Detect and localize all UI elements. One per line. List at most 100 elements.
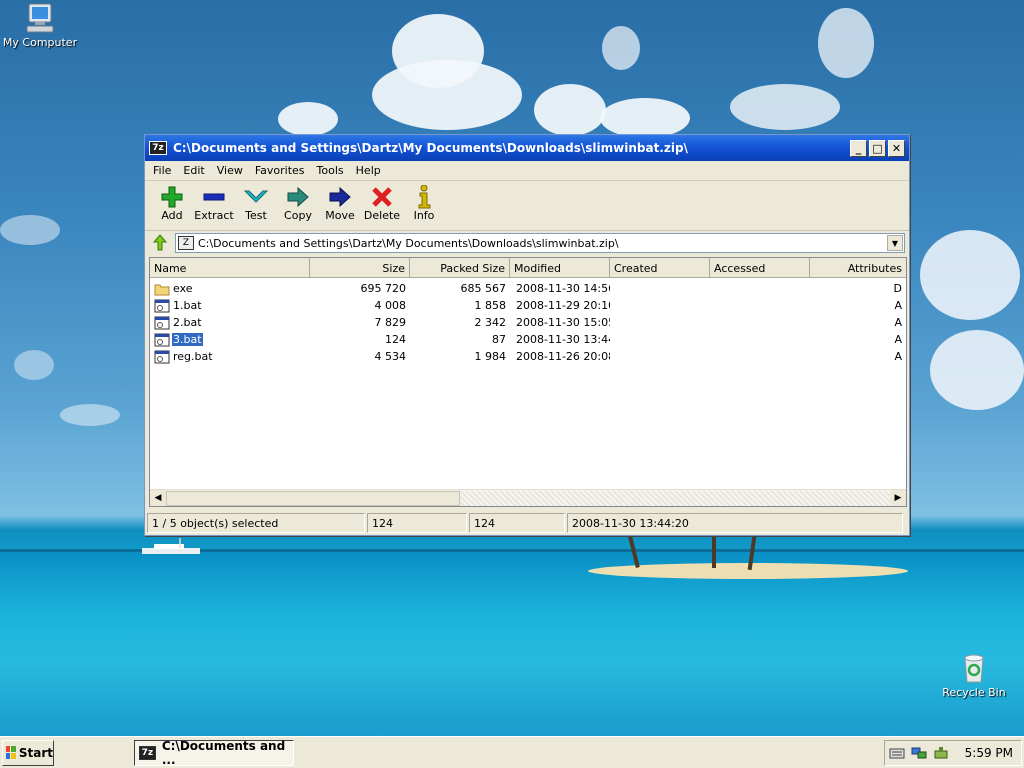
file-packed-size: 87: [492, 333, 506, 346]
status-selection: 1 / 5 object(s) selected: [147, 513, 365, 533]
windows-logo-icon: [6, 746, 16, 759]
cloud: [372, 60, 522, 130]
table-row[interactable]: 2.bat 7 829 2 342 2008-11-30 15:05 A: [150, 314, 906, 331]
batch-file-icon: [154, 299, 170, 312]
file-name: exe: [173, 282, 193, 295]
computer-icon: [26, 3, 54, 33]
table-row[interactable]: exe 695 720 685 567 2008-11-30 14:56 D: [150, 280, 906, 297]
file-modified: 2008-11-30 15:05: [516, 316, 610, 329]
address-row: Z C:\Documents and Settings\Dartz\My Doc…: [145, 231, 909, 255]
info-icon: [418, 185, 431, 209]
keyboard-icon[interactable]: [889, 746, 905, 760]
file-modified: 2008-11-30 14:56: [516, 282, 610, 295]
window-titlebar[interactable]: 7z C:\Documents and Settings\Dartz\My Do…: [145, 135, 909, 161]
column-header-modified[interactable]: Modified: [510, 258, 610, 278]
menu-help[interactable]: Help: [350, 164, 387, 177]
batch-file-icon: [154, 350, 170, 363]
safely-remove-hardware-icon[interactable]: [933, 746, 949, 760]
delete-button[interactable]: Delete: [361, 185, 403, 222]
menu-view[interactable]: View: [211, 164, 249, 177]
taskbar-window-label: C:\Documents and ...: [161, 738, 286, 767]
minus-icon: [203, 193, 225, 201]
extract-label: Extract: [194, 209, 234, 222]
folder-icon: [154, 284, 170, 295]
scroll-thumb[interactable]: [166, 490, 460, 506]
menu-favorites[interactable]: Favorites: [249, 164, 311, 177]
column-header-size[interactable]: Size: [310, 258, 410, 278]
column-header-accessed[interactable]: Accessed: [710, 258, 810, 278]
status-modified: 2008-11-30 13:44:20: [567, 513, 903, 533]
column-header-packed-size[interactable]: Packed Size: [410, 258, 510, 278]
chevron-right-icon: ▶: [894, 493, 902, 503]
palm-tree: [712, 536, 716, 568]
file-name-cell: 3.bat: [150, 333, 310, 347]
clock[interactable]: 5:59 PM: [965, 746, 1013, 760]
batch-file-icon: [154, 333, 170, 346]
taskbar-window-button[interactable]: 7z C:\Documents and ...: [134, 738, 294, 767]
file-packed-size: 1 984: [474, 350, 507, 363]
maximize-button[interactable]: □: [869, 139, 886, 157]
file-rows: exe 695 720 685 567 2008-11-30 14:56 D 1.bat 4…: [150, 278, 906, 365]
file-size: 4 534: [374, 350, 407, 363]
archive-icon: Z: [178, 236, 194, 250]
cloud: [600, 98, 690, 138]
7zip-app-icon: 7z: [149, 141, 167, 155]
network-icon[interactable]: [911, 746, 927, 760]
status-size: 124: [367, 513, 467, 533]
scroll-right-button[interactable]: ▶: [890, 490, 906, 506]
cloud: [14, 350, 54, 380]
7zip-window: 7z C:\Documents and Settings\Dartz\My Do…: [144, 134, 910, 536]
extract-button[interactable]: Extract: [193, 185, 235, 222]
file-list[interactable]: Name Size Packed Size Modified Created A…: [149, 257, 907, 507]
file-attributes: D: [893, 282, 902, 295]
file-size: 124: [385, 333, 406, 346]
window-title: C:\Documents and Settings\Dartz\My Docum…: [173, 141, 688, 155]
column-header-name[interactable]: Name: [150, 258, 310, 278]
address-bar[interactable]: Z C:\Documents and Settings\Dartz\My Doc…: [175, 233, 905, 253]
system-tray: 5:59 PM: [884, 739, 1022, 766]
up-folder-button[interactable]: [149, 233, 171, 253]
move-button[interactable]: Move: [319, 185, 361, 222]
copy-button[interactable]: Copy: [277, 185, 319, 222]
cloud: [278, 102, 338, 136]
menu-tools[interactable]: Tools: [311, 164, 350, 177]
add-label: Add: [161, 209, 183, 222]
my-computer-shortcut[interactable]: My Computer: [0, 2, 80, 49]
menu-edit[interactable]: Edit: [177, 164, 210, 177]
check-icon: [244, 190, 268, 203]
address-dropdown-button[interactable]: ▼: [887, 235, 903, 251]
chevron-down-icon: ▼: [891, 238, 899, 248]
add-button[interactable]: Add: [151, 185, 193, 222]
chevron-left-icon: ◀: [154, 493, 162, 503]
menu-bar: File Edit View Favorites Tools Help: [145, 161, 909, 181]
table-row[interactable]: 1.bat 4 008 1 858 2008-11-29 20:10 A: [150, 297, 906, 314]
plus-icon: [161, 186, 183, 208]
scroll-track[interactable]: [460, 490, 890, 506]
table-row[interactable]: reg.bat 4 534 1 984 2008-11-26 20:08 A: [150, 348, 906, 365]
scroll-left-button[interactable]: ◀: [150, 490, 166, 506]
info-button[interactable]: Info: [403, 185, 445, 222]
recycle-bin-shortcut[interactable]: Recycle Bin: [934, 652, 1014, 699]
info-label: Info: [413, 209, 435, 222]
test-button[interactable]: Test: [235, 185, 277, 222]
file-modified: 2008-11-30 13:44: [516, 333, 610, 346]
file-name: 2.bat: [173, 316, 202, 329]
cloud: [0, 215, 60, 245]
column-header-created[interactable]: Created: [610, 258, 710, 278]
table-row[interactable]: 3.bat 124 87 2008-11-30 13:44 A: [150, 331, 906, 348]
file-attributes: A: [894, 350, 902, 363]
minimize-button[interactable]: _: [850, 139, 867, 157]
horizontal-scrollbar[interactable]: ◀ ▶: [150, 489, 906, 506]
file-attributes: A: [894, 316, 902, 329]
7zip-app-icon: 7z: [139, 745, 156, 760]
close-button[interactable]: ✕: [888, 139, 905, 157]
column-header-attributes[interactable]: Attributes: [810, 258, 906, 278]
file-name-cell: 1.bat: [150, 299, 310, 313]
status-bar: 1 / 5 object(s) selected 124 124 2008-11…: [147, 513, 907, 533]
cloud: [818, 8, 874, 78]
file-size: 695 720: [360, 282, 407, 295]
test-label: Test: [245, 209, 267, 222]
file-attributes: A: [894, 333, 902, 346]
start-button[interactable]: Start: [2, 739, 54, 766]
menu-file[interactable]: File: [147, 164, 177, 177]
